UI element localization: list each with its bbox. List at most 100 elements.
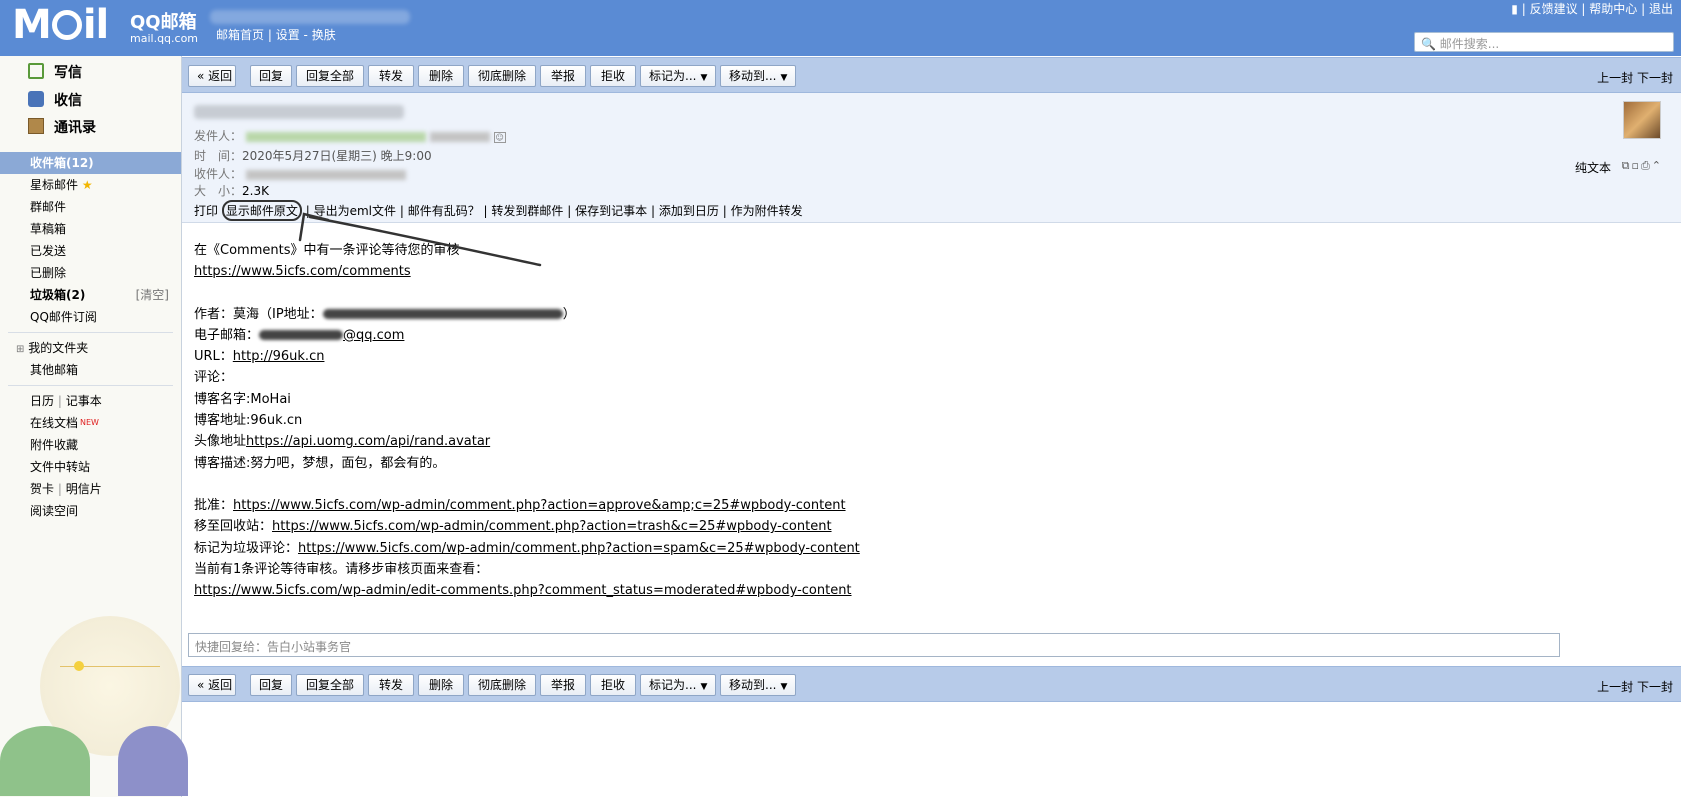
mail-toolbar-top: « 返回 回复 回复全部 转发 删除 彻底删除 举报 拒收 标记为... ▼ 移动… [182, 57, 1681, 93]
avatar-line: 头像地址https://api.uomg.com/api/rand.avatar [194, 434, 491, 450]
commenter-url-link[interactable]: http://96uk.cn [233, 349, 325, 364]
delete-button[interactable]: 删除 [418, 674, 464, 696]
trash-link[interactable]: https://www.5icfs.com/wp-admin/comment.p… [272, 519, 832, 534]
tool-online-docs[interactable]: 在线文档 NEW [0, 412, 181, 434]
recipient-blurred [245, 169, 406, 180]
link-feedback[interactable]: 反馈建议 [1530, 2, 1578, 16]
folder-inbox[interactable]: 收件箱(12) [0, 152, 181, 174]
reply-button[interactable]: 回复 [250, 65, 292, 87]
reply-all-button[interactable]: 回复全部 [296, 674, 364, 696]
contacts-link[interactable]: 通讯录 [54, 117, 96, 137]
folder-sent[interactable]: 已发送 [0, 240, 181, 262]
print-link[interactable]: 打印 [194, 204, 218, 218]
moderation-link[interactable]: https://www.5icfs.com/wp-admin/edit-comm… [194, 583, 852, 598]
mail-nav: 上一封 下一封 [1597, 69, 1673, 86]
next-mail-link[interactable]: 下一封 [1637, 680, 1673, 694]
chevron-down-icon: ▼ [780, 682, 788, 692]
approve-link[interactable]: https://www.5icfs.com/wp-admin/comment.p… [233, 498, 846, 513]
tool-reading-space[interactable]: 阅读空间 [0, 500, 181, 522]
author-line: 作者：莫海（IP地址：） [194, 306, 576, 322]
quick-reply-input[interactable]: 快捷回复给：告白小站事务官 [188, 633, 1560, 657]
back-button[interactable]: « 返回 [188, 674, 236, 696]
add-calendar-link[interactable]: 添加到日历 [659, 204, 719, 218]
size-row: 大 小：2.3K [194, 184, 269, 198]
link-logout[interactable]: 退出 [1649, 2, 1673, 16]
spam-line: 标记为垃圾评论：https://www.5icfs.com/wp-admin/c… [194, 540, 860, 556]
report-button[interactable]: 举报 [540, 674, 586, 696]
sender-address-blurred [429, 131, 490, 142]
spam-link[interactable]: https://www.5icfs.com/wp-admin/comment.p… [298, 541, 860, 556]
top-nav-links: 邮箱首页 | 设置 - 换肤 [216, 28, 336, 42]
blog-description: 博客描述:努力吧，梦想，面包，都会有的。 [194, 455, 446, 471]
save-note-link[interactable]: 保存到记事本 [575, 204, 647, 218]
reply-all-button[interactable]: 回复全部 [296, 65, 364, 87]
reply-button[interactable]: 回复 [250, 674, 292, 696]
link-settings[interactable]: 设置 [276, 28, 300, 42]
link-skin[interactable]: 换肤 [312, 28, 336, 42]
mail-logo[interactable]: Mil [12, 2, 109, 48]
avatar-api-link[interactable]: https://api.uomg.com/api/rand.avatar [246, 434, 490, 449]
clear-spam-link[interactable]: [清空] [136, 284, 169, 306]
commenter-email-link[interactable]: @qq.com [259, 328, 404, 343]
phone-icon[interactable]: ▮ [1511, 2, 1518, 16]
popout-icon[interactable]: ▫ [1632, 159, 1641, 172]
delete-permanently-button[interactable]: 彻底删除 [468, 65, 536, 87]
top-right-links: ▮ | 反馈建议 | 帮助中心 | 退出 [1511, 2, 1673, 16]
pending-line: 当前有1条评论等待审核。请移步审核页面来查看： [194, 561, 489, 577]
reject-button[interactable]: 拒收 [590, 674, 636, 696]
tool-attachments[interactable]: 附件收藏 [0, 434, 181, 456]
new-badge: NEW [80, 418, 99, 427]
export-eml-link[interactable]: 导出为eml文件 [314, 204, 396, 218]
link-help[interactable]: 帮助中心 [1589, 2, 1637, 16]
forward-group-link[interactable]: 转发到群邮件 [491, 204, 563, 218]
folder-spam[interactable]: 垃圾箱(2) [清空] [0, 284, 181, 306]
logo-brand: QQ邮箱 [130, 12, 197, 33]
folder-my-folders[interactable]: ⊞ 我的文件夹 [0, 337, 181, 359]
folder-deleted[interactable]: 已删除 [0, 262, 181, 284]
link-home[interactable]: 邮箱首页 [216, 28, 264, 42]
print-icon[interactable]: ⎙ [1641, 159, 1652, 172]
contacts-icon [28, 118, 44, 134]
new-window-icon[interactable]: ⧉ [1622, 159, 1632, 172]
folder-starred[interactable]: 星标邮件 ★ [0, 174, 181, 196]
mail-size: 2.3K [242, 184, 269, 198]
tool-calendar-notes[interactable]: 日历 | 记事本 [0, 390, 181, 412]
compose-link[interactable]: 写信 [54, 62, 82, 82]
comments-link[interactable]: https://www.5icfs.com/comments [194, 264, 411, 279]
add-contact-icon[interactable]: ☺ [493, 132, 506, 143]
delete-button[interactable]: 删除 [418, 65, 464, 87]
sender-avatar[interactable] [1623, 101, 1661, 139]
show-original-link[interactable]: 显示邮件原文 [221, 200, 302, 221]
forward-button[interactable]: 转发 [368, 674, 414, 696]
back-button[interactable]: « 返回 [188, 65, 236, 87]
garbled-link[interactable]: 邮件有乱码？ [408, 204, 480, 218]
forward-attachment-link[interactable]: 作为附件转发 [731, 204, 803, 218]
tool-cards-postcards[interactable]: 贺卡 | 明信片 [0, 478, 181, 500]
decoration-character [118, 726, 188, 796]
report-button[interactable]: 举报 [540, 65, 586, 87]
folder-other-mail[interactable]: 其他邮箱 [0, 359, 181, 381]
mail-search-input[interactable]: 🔍 邮件搜索... [1414, 32, 1674, 52]
folder-list: 收件箱(12) 星标邮件 ★ 群邮件 草稿箱 已发送 已删除 垃圾箱(2) [清空… [0, 152, 181, 522]
prev-mail-link[interactable]: 上一封 [1597, 71, 1633, 85]
delete-permanently-button[interactable]: 彻底删除 [468, 674, 536, 696]
folder-drafts[interactable]: 草稿箱 [0, 218, 181, 240]
search-icon: 🔍 [1421, 37, 1436, 51]
reject-button[interactable]: 拒收 [590, 65, 636, 87]
sender-blurred [245, 131, 426, 142]
mark-as-dropdown[interactable]: 标记为... ▼ [640, 65, 716, 87]
receive-link[interactable]: 收信 [54, 90, 82, 110]
prev-mail-link[interactable]: 上一封 [1597, 680, 1633, 694]
tool-file-transfer[interactable]: 文件中转站 [0, 456, 181, 478]
plain-text-link[interactable]: 纯文本 [1575, 159, 1611, 176]
mark-as-dropdown[interactable]: 标记为... ▼ [640, 674, 716, 696]
next-mail-link[interactable]: 下一封 [1637, 71, 1673, 85]
collapse-icon[interactable]: ⌃ [1652, 159, 1663, 172]
move-to-dropdown[interactable]: 移动到... ▼ [720, 674, 796, 696]
trash-line: 移至回收站：https://www.5icfs.com/wp-admin/com… [194, 519, 832, 535]
move-to-dropdown[interactable]: 移动到... ▼ [720, 65, 796, 87]
forward-button[interactable]: 转发 [368, 65, 414, 87]
folder-subscription[interactable]: QQ邮件订阅 [0, 306, 181, 328]
folder-group[interactable]: 群邮件 [0, 196, 181, 218]
email-blurred [259, 330, 344, 341]
